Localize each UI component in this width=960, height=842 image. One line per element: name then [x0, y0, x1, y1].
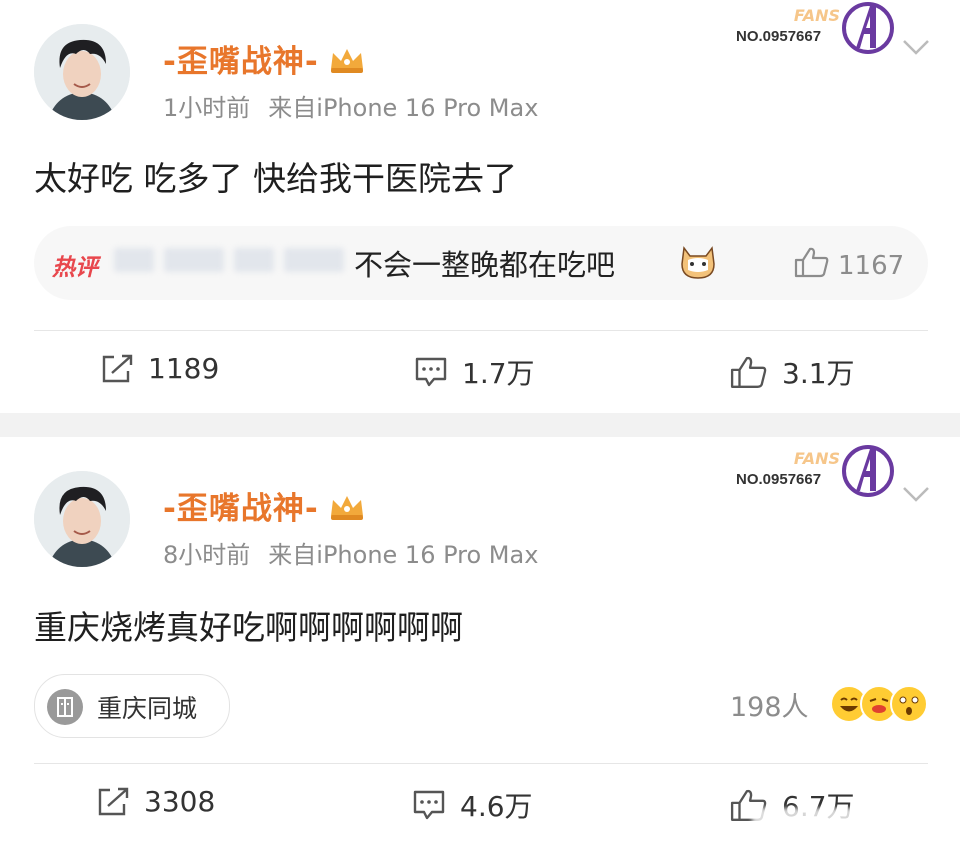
fans-number: NO.0957667	[736, 28, 822, 45]
post-meta: 8小时前 来自iPhone 16 Pro Max	[163, 535, 538, 570]
divider	[34, 763, 928, 764]
weibo-post: -歪嘴战神- 8小时前 来自iPhone 16 Pro Max FANS NO.0…	[0, 437, 960, 842]
hot-comment[interactable]: 热评 不会一整晚都在吃吧 1167	[34, 226, 928, 300]
post-source: 来自iPhone 16 Pro Max	[268, 94, 539, 122]
post-meta: 1小时前 来自iPhone 16 Pro Max	[163, 88, 538, 123]
avengers-logo-icon	[842, 2, 894, 54]
avatar[interactable]	[34, 24, 130, 120]
comment-button[interactable]: 1.7万	[414, 352, 535, 392]
location-label: 重庆同城	[97, 694, 198, 723]
post-content: 重庆烧烤真好吃啊啊啊啊啊啊	[34, 608, 463, 647]
repost-count: 1189	[148, 352, 220, 385]
blurred-username	[164, 248, 224, 272]
crown-icon	[327, 45, 367, 83]
hot-comment-tag: 热评	[52, 255, 98, 281]
repost-button[interactable]: 3308	[96, 785, 215, 818]
chevron-down-icon[interactable]	[902, 38, 930, 56]
comment-count: 4.6万	[460, 790, 533, 823]
like-button[interactable]: 3.1万	[730, 352, 855, 392]
surprised-emoji-icon	[890, 685, 928, 723]
hot-comment-text: 不会一整晚都在吃吧	[354, 248, 616, 282]
username[interactable]: -歪嘴战神-	[163, 36, 367, 83]
fans-badge[interactable]: FANS NO.0957667	[726, 2, 902, 54]
comment-button[interactable]: 4.6万	[412, 785, 533, 825]
fans-label: FANS	[793, 449, 840, 468]
watermark-blur	[752, 808, 952, 834]
repost-icon	[98, 787, 129, 815]
reaction-emojis[interactable]	[830, 685, 930, 723]
divider	[34, 330, 928, 331]
comment-icon	[415, 357, 447, 387]
repost-button[interactable]: 1189	[100, 352, 219, 385]
post-source: 来自iPhone 16 Pro Max	[268, 541, 539, 569]
post-time: 1小时前	[163, 94, 251, 122]
hot-comment-like-count: 1167	[838, 251, 905, 281]
fans-badge[interactable]: FANS NO.0957667	[726, 445, 902, 497]
avengers-logo-icon	[842, 445, 894, 497]
post-content: 太好吃 吃多了 快给我干医院去了	[34, 159, 517, 198]
repost-icon	[102, 354, 133, 382]
fans-number: NO.0957667	[736, 471, 822, 488]
crown-icon	[327, 492, 367, 530]
hot-comment-like[interactable]: 1167	[794, 246, 904, 281]
blurred-username	[114, 248, 154, 272]
blurred-username	[234, 248, 274, 272]
cat-emoji-icon	[681, 246, 715, 279]
reaction-count[interactable]: 198人	[730, 685, 809, 724]
username-text[interactable]: -歪嘴战神-	[163, 491, 319, 527]
username[interactable]: -歪嘴战神-	[163, 483, 367, 530]
comment-icon	[413, 790, 445, 820]
comment-count: 1.7万	[462, 357, 535, 390]
post-time: 8小时前	[163, 541, 251, 569]
building-icon	[47, 689, 83, 725]
repost-count: 3308	[144, 785, 216, 818]
fans-label: FANS	[793, 6, 840, 25]
username-text[interactable]: -歪嘴战神-	[163, 44, 319, 80]
weibo-post: -歪嘴战神- 1小时前 来自iPhone 16 Pro Max FANS NO.0…	[0, 0, 960, 413]
avatar[interactable]	[34, 471, 130, 567]
thumbs-up-icon	[794, 247, 829, 278]
post-separator	[0, 413, 960, 437]
location-tag[interactable]: 重庆同城	[34, 674, 230, 738]
blurred-username	[284, 248, 344, 272]
thumbs-up-icon	[730, 356, 767, 388]
like-count: 3.1万	[782, 357, 855, 390]
chevron-down-icon[interactable]	[902, 485, 930, 503]
